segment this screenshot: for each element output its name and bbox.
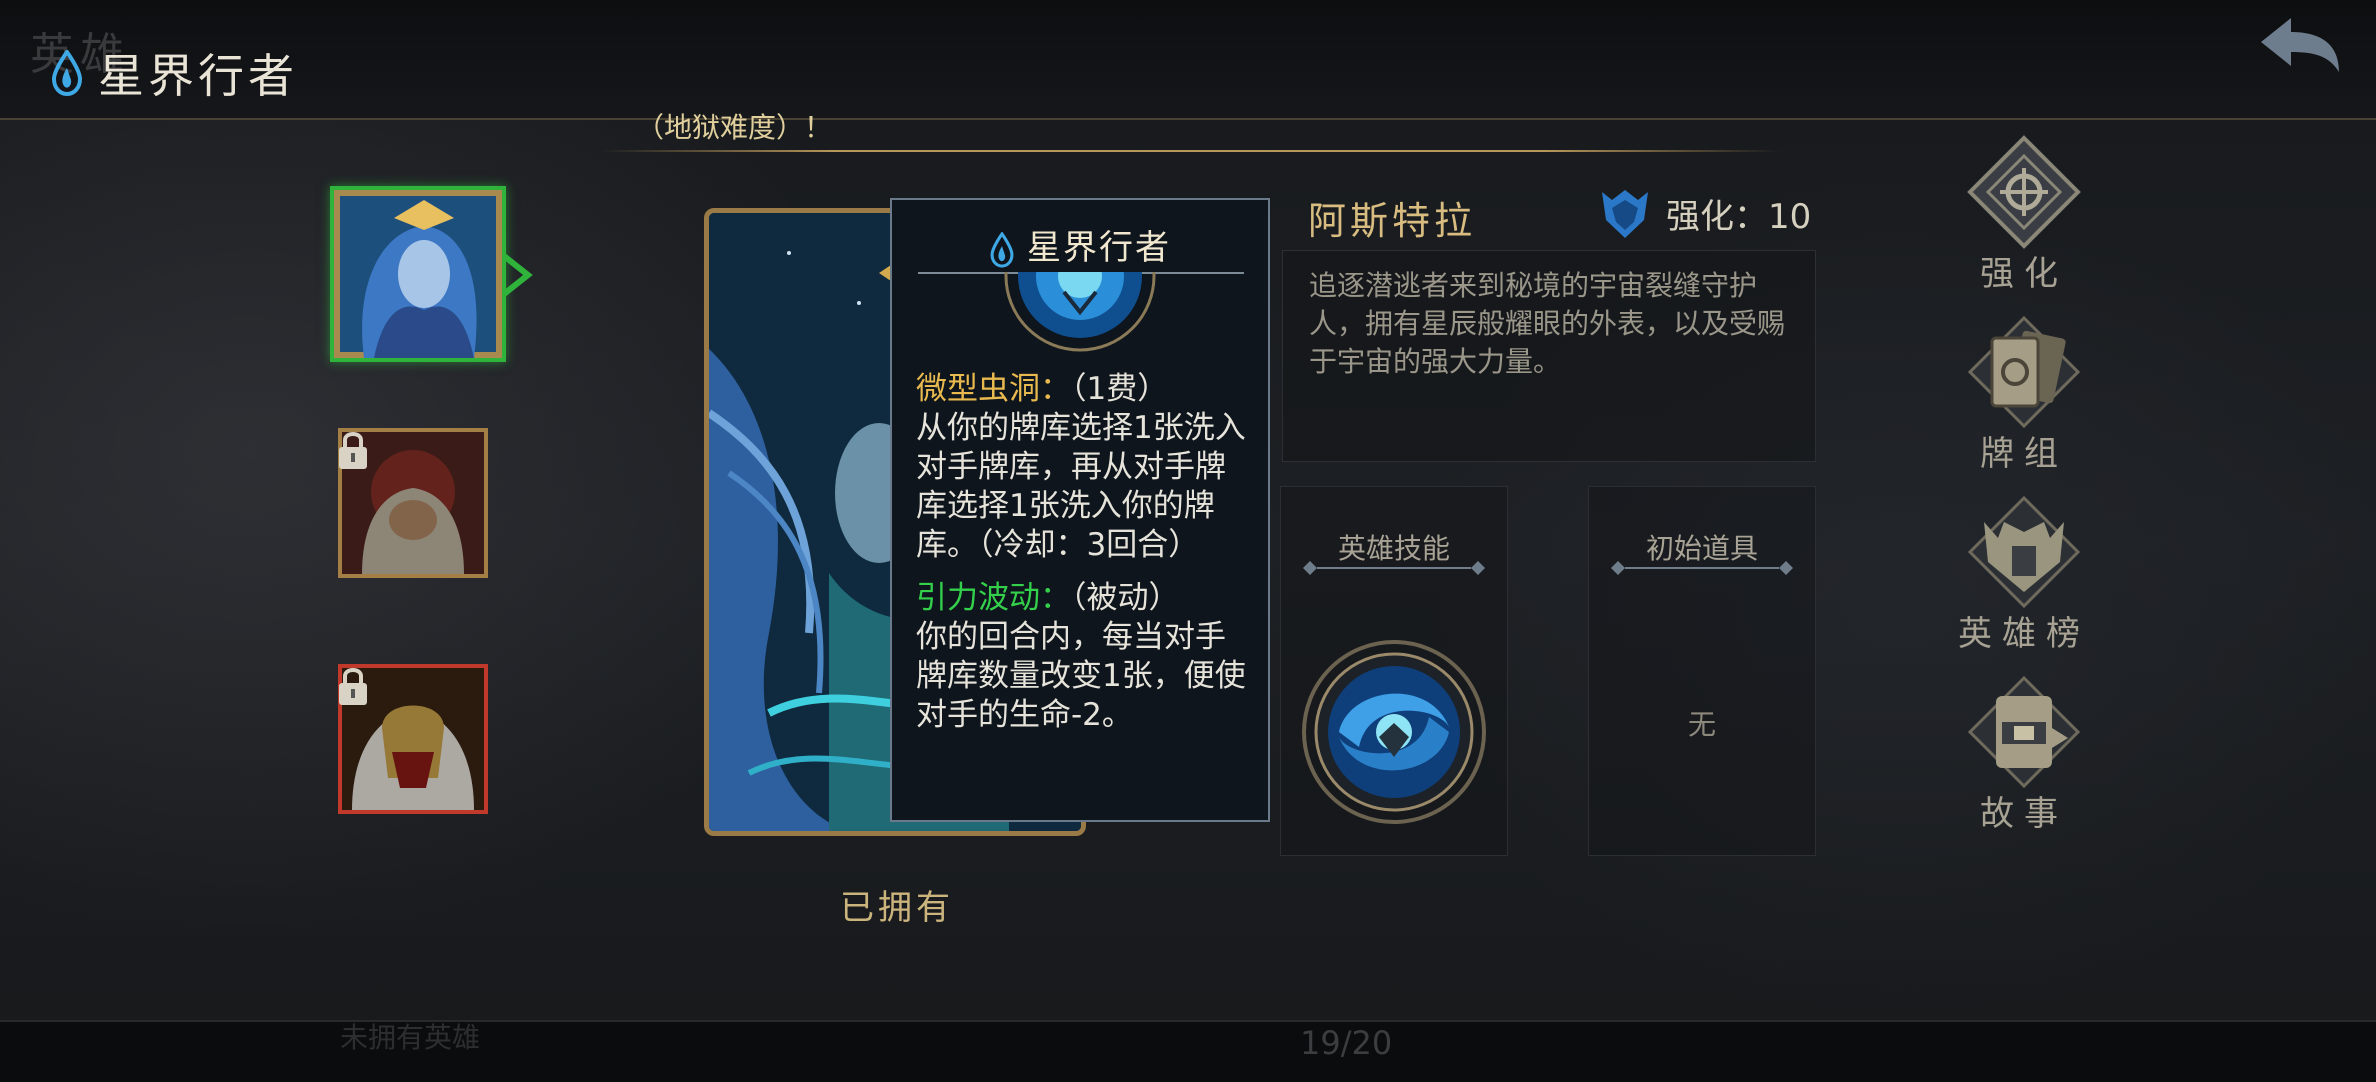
tooltip-body: 微型虫洞：（1费） 从你的牌库选择1张洗入对手牌库，再从对手牌库选择1张洗入你的…	[916, 370, 1252, 749]
hero-skill-icon[interactable]	[1299, 637, 1489, 827]
ghost-footer-text: 未拥有英雄	[340, 1021, 481, 1054]
hero-description-box: 追逐潜逃者来到秘境的宇宙裂缝守护人，拥有星辰般耀眼的外表，以及受赐于宇宙的强大力…	[1282, 250, 1816, 462]
deck-icon	[1967, 315, 2081, 429]
selected-arrow-icon	[502, 253, 533, 297]
back-arrow-icon[interactable]	[2255, 12, 2345, 82]
difficulty-hint: （地狱难度）！	[636, 111, 833, 144]
page-counter: 19/20	[1300, 1024, 1393, 1062]
enhance-level: 强化：10	[1598, 186, 1811, 240]
page-title-group: 星界行者	[50, 40, 298, 106]
hero-description: 追逐潜逃者来到秘境的宇宙裂缝守护人，拥有星辰般耀眼的外表，以及受赐于宇宙的强大力…	[1309, 269, 1786, 378]
panel-divider	[1303, 561, 1485, 575]
menu-story-label: 故事	[1980, 794, 2068, 834]
menu-hero-rank[interactable]: 英雄榜	[1954, 492, 2094, 655]
lock-icon	[339, 668, 367, 705]
panel-divider	[1611, 561, 1793, 575]
hero-skill-panel: 英雄技能	[1280, 486, 1508, 856]
skill2-type: （被动）	[1071, 580, 1180, 616]
hero-rank-icon	[1967, 495, 2081, 609]
water-drop-icon	[990, 231, 1014, 268]
menu-deck-label: 牌组	[1980, 434, 2068, 474]
skill2-name: 引力波动：	[916, 580, 1071, 616]
tooltip-title: 星界行者	[1027, 228, 1171, 268]
enhance-badge-icon	[1602, 190, 1648, 238]
skill2-desc: 你的回合内，每当对手牌库数量改变1张，便使对手的生命-2。	[916, 619, 1246, 733]
enhance-label: 强化：10	[1666, 196, 1812, 237]
menu-enhance[interactable]: 强化	[1954, 132, 2094, 295]
menu-story[interactable]: 故事	[1954, 672, 2094, 835]
skill1-name: 微型虫洞：	[916, 371, 1071, 407]
skill1-cost: （1费）	[1071, 371, 1169, 407]
menu-enhance-label: 强化	[1980, 254, 2068, 294]
wormhole-skill-icon	[1004, 272, 1156, 352]
owned-status: 已拥有	[840, 888, 954, 928]
menu-deck[interactable]: 牌组	[1954, 312, 2094, 475]
lock-icon	[339, 432, 367, 469]
astra-portrait	[334, 190, 502, 358]
tooltip-header: 星界行者	[892, 220, 1268, 269]
water-drop-icon	[51, 50, 83, 96]
hero-slot-astra[interactable]	[330, 186, 506, 362]
page-title: 星界行者	[98, 49, 298, 103]
skill-tooltip: 星界行者 微型虫洞：（1费） 从你的牌库选择1张洗入对手牌库，再从对手牌库选择1…	[890, 198, 1270, 822]
story-icon	[1967, 675, 2081, 789]
divider	[600, 150, 1780, 152]
top-bar: 英雄	[0, 0, 2376, 120]
skill1-desc: 从你的牌库选择1张洗入对手牌库，再从对手牌库选择1张洗入你的牌库。（冷却：3回合…	[916, 410, 1246, 563]
enhance-icon	[1967, 135, 2081, 249]
starting-item-none: 无	[1687, 708, 1716, 741]
menu-hero-rank-label: 英雄榜	[1958, 614, 2090, 654]
starting-item-panel: 初始道具 无	[1588, 486, 1816, 856]
hero-name: 阿斯特拉	[1308, 199, 1477, 243]
